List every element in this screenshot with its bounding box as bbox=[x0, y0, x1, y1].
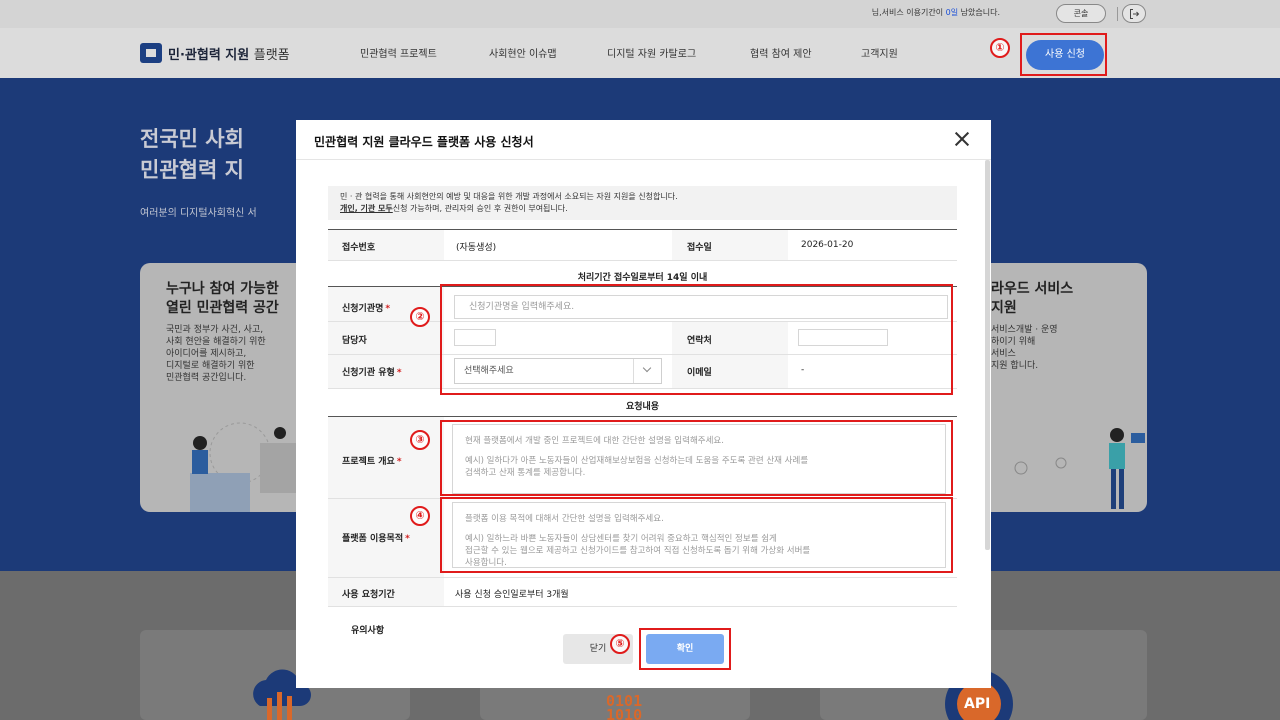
annotation-marker-1: ① bbox=[990, 38, 1010, 58]
receipt-date-value: 2026-01-20 bbox=[801, 240, 854, 250]
feature-card-open-space[interactable]: 누구나 참여 가능한 열린 민관협력 공간 국민과 정부가 사건, 사고, 사회 현… bbox=[140, 263, 310, 512]
modal-header: 민관협력 지원 클라우드 플랫폼 사용 신청서 bbox=[296, 120, 991, 160]
processing-period-note: 처리기간 접수일로부터 14일 이내 bbox=[577, 273, 708, 283]
receipt-date-label: 접수일 bbox=[687, 243, 712, 253]
annotation-box-org-info bbox=[440, 284, 953, 395]
divider bbox=[1117, 7, 1118, 21]
request-section-title: 요청내용 bbox=[625, 402, 660, 412]
logo-mark-icon bbox=[140, 43, 162, 63]
nav-item-resource-catalog[interactable]: 디지털 자원 카탈로그 bbox=[607, 45, 696, 60]
svg-text:1010: 1010 bbox=[606, 706, 642, 720]
developer-illustration-icon bbox=[1014, 428, 1145, 509]
console-button[interactable]: 콘솔 bbox=[1056, 4, 1106, 23]
service-period-notice: 님,서비스 이용기간이 0일 남았습니다. bbox=[871, 8, 1000, 17]
notice-label: 유의사항 bbox=[351, 626, 385, 636]
nav-item-collab-proposal[interactable]: 협력 참여 제안 bbox=[750, 45, 812, 60]
project-overview-label: 프로젝트 개요 * bbox=[342, 457, 402, 467]
annotation-marker-4: ④ bbox=[410, 506, 430, 526]
hero-title: 전국민 사회 민관협력 지 bbox=[140, 127, 244, 182]
people-illustration-icon bbox=[190, 422, 300, 512]
annotation-box-apply bbox=[1020, 33, 1107, 76]
modal-title: 민관협력 지원 클라우드 플랫폼 사용 신청서 bbox=[314, 135, 534, 149]
close-icon[interactable] bbox=[954, 131, 970, 147]
intro-notice: 민 · 관 협력을 통해 사회현안의 예방 및 대응을 위한 개발 과정에서 소… bbox=[328, 186, 957, 220]
annotation-box-confirm bbox=[639, 628, 731, 670]
receipt-no-value: (자동생성) bbox=[456, 243, 497, 253]
org-type-label: 신청기관 유형 * bbox=[342, 368, 402, 378]
annotation-marker-3: ③ bbox=[410, 430, 430, 450]
nav-item-support[interactable]: 고객지원 bbox=[861, 45, 898, 60]
logo-main-text: 민·관협력 지원 bbox=[168, 47, 250, 63]
annotation-marker-2: ② bbox=[410, 307, 430, 327]
platform-purpose-label: 플랫폼 이용목적 * bbox=[342, 534, 410, 544]
manager-label: 담당자 bbox=[342, 336, 367, 346]
site-logo[interactable]: 민·관협력 지원 플랫폼 bbox=[140, 43, 290, 63]
card-title: 라우드 서비스 지원 bbox=[991, 281, 1074, 316]
org-name-label: 신청기관명 * bbox=[342, 304, 391, 314]
top-utility-bar: 님,서비스 이용기간이 0일 남았습니다. 콘솔 bbox=[0, 0, 1280, 28]
card-description: 국민과 정부가 사건, 사고, 사회 현안을 해결하기 위한 아이디어를 제시하고,… bbox=[166, 325, 266, 383]
receipt-no-label: 접수번호 bbox=[342, 243, 376, 253]
request-period-label: 사용 요청기간 bbox=[342, 590, 395, 600]
annotation-marker-5: ⑤ bbox=[610, 634, 630, 654]
logo-sub-text: 플랫폼 bbox=[253, 47, 290, 63]
request-period-value: 사용 신청 승인일로부터 3개월 bbox=[455, 590, 569, 600]
logout-icon[interactable] bbox=[1122, 4, 1146, 23]
feature-card-cloud-service[interactable]: 라우드 서비스 지원 서비스개발 · 운영 하이기 위해 서비스 지원 합니다. bbox=[975, 263, 1147, 512]
annotation-box-purpose bbox=[440, 497, 953, 573]
card-description: 서비스개발 · 운영 하이기 위해 서비스 지원 합니다. bbox=[991, 325, 1058, 371]
card-title: 누구나 참여 가능한 열린 민관협력 공간 bbox=[166, 281, 279, 316]
nav-item-issue-map[interactable]: 사회현안 이슈맵 bbox=[489, 45, 557, 60]
application-modal: 민관협력 지원 클라우드 플랫폼 사용 신청서 민 · 관 협력을 통해 사회현… bbox=[296, 120, 991, 688]
svg-text:API: API bbox=[964, 696, 990, 712]
hero-subtitle: 여러분의 디지털사회혁신 서 bbox=[140, 208, 257, 219]
modal-scrollbar[interactable] bbox=[985, 160, 990, 550]
nav-item-projects[interactable]: 민관협력 프로젝트 bbox=[360, 45, 437, 60]
annotation-box-project bbox=[440, 420, 953, 496]
